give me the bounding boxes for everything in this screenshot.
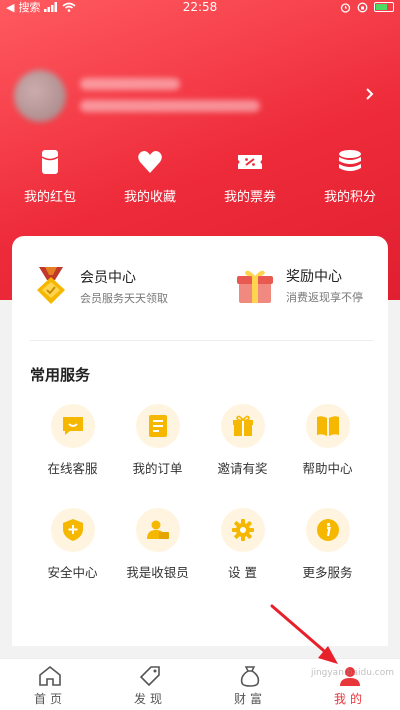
service-label: 我的订单 — [132, 461, 183, 476]
reward-center-subtitle: 消费返现享不停 — [286, 291, 363, 304]
quick-actions: 我的红包 我的收藏 我的票券 我的积分 — [0, 148, 400, 218]
service-more[interactable]: 更多服务 — [285, 508, 370, 612]
tab-label: 财富 — [233, 692, 266, 706]
chevron-right-icon[interactable] — [364, 88, 376, 100]
service-label: 我是收银员 — [126, 565, 189, 580]
user-info-blurred — [80, 100, 260, 112]
tab-label: 我的 — [333, 692, 366, 706]
gift-icon — [232, 415, 253, 436]
battery-icon — [374, 2, 394, 12]
service-icon-circle — [305, 404, 350, 448]
tab-home[interactable]: 首页 — [0, 659, 100, 710]
reward-center-entry[interactable]: 奖励中心 消费返现享不停 — [236, 266, 363, 305]
service-icon-circle — [50, 404, 95, 448]
service-label: 邀请有奖 — [217, 461, 268, 476]
service-online-support[interactable]: 在线客服 — [30, 404, 115, 508]
service-label: 安全中心 — [47, 565, 98, 580]
service-icon-circle — [220, 508, 265, 552]
services-section-title: 常用服务 — [30, 366, 91, 384]
tab-wealth[interactable]: 财富 — [200, 659, 300, 710]
watermark: jingyan.baidu.com — [310, 668, 394, 678]
service-icon-circle — [305, 508, 350, 552]
gift-box-icon — [237, 270, 273, 303]
service-my-orders[interactable]: 我的订单 — [115, 404, 200, 508]
chat-icon — [62, 417, 83, 435]
order-list-icon — [148, 415, 167, 437]
services-grid: 在线客服 我的订单 邀请有奖 帮助中心 安全中心 我是收银员 设 置 更多服务 — [12, 404, 388, 612]
member-center-subtitle: 会员服务天天领取 — [80, 291, 168, 305]
quick-action-label: 我的红包 — [23, 190, 76, 205]
quick-action-tickets[interactable]: 我的票券 — [200, 148, 300, 218]
service-icon-circle — [135, 404, 180, 448]
service-label: 更多服务 — [302, 565, 353, 580]
service-label: 设 置 — [228, 565, 257, 580]
member-center-entry[interactable]: 会员中心 会员服务天天领取 — [34, 266, 168, 306]
profile-header[interactable] — [14, 62, 386, 126]
content-card: 会员中心 会员服务天天领取 奖励中心 消费返现享不停 常用服务 在线客服 我的订… — [12, 236, 388, 646]
tab-mine[interactable]: 我的 — [300, 659, 400, 710]
quick-action-label: 我的票券 — [223, 190, 276, 205]
ticket-icon — [238, 155, 262, 169]
service-security-center[interactable]: 安全中心 — [30, 508, 115, 612]
money-bag-icon — [240, 666, 260, 687]
service-invite-rewards[interactable]: 邀请有奖 — [200, 404, 285, 508]
username-blurred — [80, 78, 180, 90]
status-bar: ◀ 搜索 22:58 — [0, 0, 400, 14]
quick-action-label: 我的收藏 — [123, 190, 176, 205]
gear-icon — [231, 519, 254, 541]
service-help-center[interactable]: 帮助中心 — [285, 404, 370, 508]
reward-center-title: 奖励中心 — [286, 269, 342, 285]
member-medal-icon — [37, 267, 65, 304]
quick-action-red-envelope[interactable]: 我的红包 — [0, 148, 100, 218]
tag-icon — [139, 666, 160, 687]
member-center-title: 会员中心 — [80, 269, 136, 286]
tab-label: 首页 — [33, 692, 66, 706]
heart-icon — [138, 151, 162, 173]
coins-stack-icon — [339, 150, 361, 171]
home-icon — [39, 665, 61, 686]
red-envelope-icon — [41, 150, 59, 174]
tab-label: 发现 — [133, 692, 166, 706]
service-cashier[interactable]: 我是收银员 — [115, 508, 200, 612]
service-settings[interactable]: 设 置 — [200, 508, 285, 612]
quick-action-points[interactable]: 我的积分 — [300, 148, 400, 218]
service-label: 在线客服 — [47, 461, 98, 476]
tab-discover[interactable]: 发现 — [100, 659, 200, 710]
cashier-icon — [146, 520, 169, 539]
alarm-icon — [340, 2, 351, 13]
quick-action-label: 我的积分 — [323, 190, 376, 205]
service-icon-circle — [50, 508, 95, 552]
book-icon — [316, 416, 339, 436]
service-icon-circle — [135, 508, 180, 552]
service-icon-circle — [220, 404, 265, 448]
service-label: 帮助中心 — [302, 461, 353, 476]
orientation-lock-icon — [357, 2, 368, 12]
avatar[interactable] — [14, 70, 66, 122]
bottom-tab-bar: 首页 发现 财富 我的 — [0, 658, 400, 710]
quick-action-favorites[interactable]: 我的收藏 — [100, 148, 200, 218]
info-icon — [316, 519, 339, 541]
divider — [30, 340, 374, 341]
shield-plus-icon — [62, 519, 83, 541]
